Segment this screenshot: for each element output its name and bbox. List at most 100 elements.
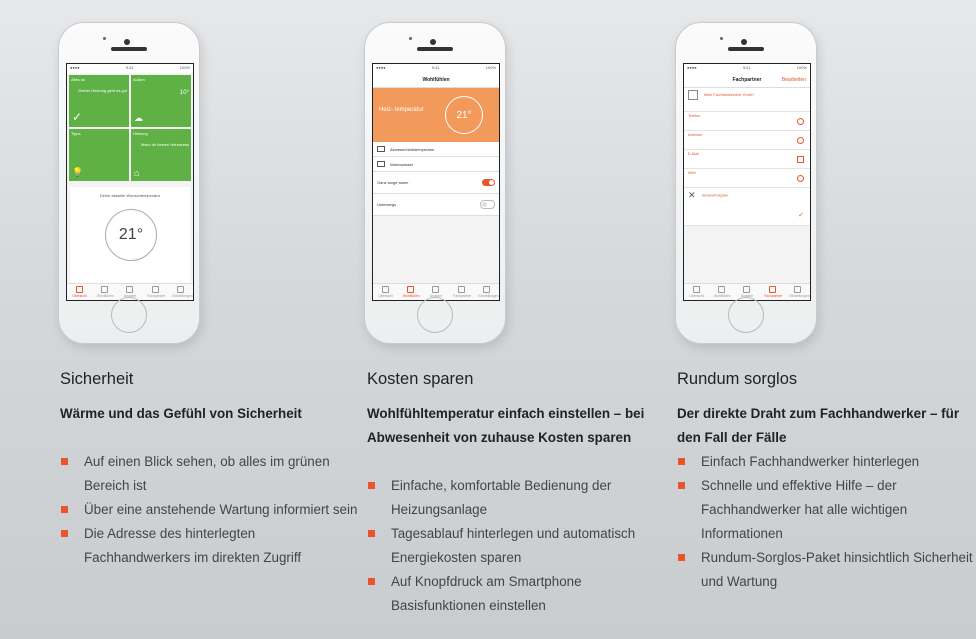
- thermometer-icon: [718, 286, 726, 293]
- location-pin-icon: [797, 137, 804, 144]
- screen-header: Fachpartner Bearbeiten: [684, 73, 810, 88]
- gear-icon: [482, 286, 490, 293]
- tab-settings[interactable]: Einstellungen: [172, 286, 193, 298]
- list-item: Die Adresse des hinterlegten Fachhandwer…: [60, 522, 360, 570]
- tile-tips[interactable]: Tipps 💡: [69, 129, 129, 181]
- sensor-dot: [720, 37, 723, 40]
- menu-icon: [377, 161, 385, 167]
- home-button[interactable]: [728, 297, 764, 333]
- list-item: Tagesablauf hinterlegen und automatisch …: [367, 522, 667, 570]
- phone-icon: [797, 118, 804, 125]
- tile-status[interactable]: Alles ok Deiner Heizung geht es gut ✓: [69, 75, 129, 127]
- list-item: Rundum-Sorglos-Paket hinsichtlich Sicher…: [677, 546, 976, 594]
- row-label: Unterwegs: [377, 202, 397, 207]
- tile-label: Außen: [133, 77, 145, 82]
- weather-icon: ☁: [134, 113, 143, 123]
- heating-temperature-panel[interactable]: Heiz- temperatur 21°: [373, 88, 499, 142]
- temperature-value: 21°: [456, 109, 472, 121]
- home-button[interactable]: [417, 297, 453, 333]
- check-icon: ✓: [798, 212, 804, 219]
- lightbulb-icon: 💡: [72, 167, 84, 177]
- company-row[interactable]: Mein Fachhandwerker GmbH: [684, 88, 810, 112]
- outside-temp: 10°: [179, 90, 189, 96]
- camera-icon: [430, 39, 436, 45]
- section-title: Sicherheit: [60, 370, 134, 388]
- overview-icon: [693, 286, 701, 293]
- briefcase-icon: [457, 286, 465, 293]
- row-label: Web: [688, 171, 696, 175]
- row-label: E-Mail: [688, 152, 699, 156]
- list-item: Auf Knopfdruck am Smartphone Basisfunkti…: [367, 570, 667, 618]
- tile-heating[interactable]: Heizung Mach dir keinen Heizstress ⌂: [131, 129, 191, 181]
- mail-icon: [797, 156, 804, 163]
- car-icon: [377, 146, 385, 152]
- row-long-warm[interactable]: Ganz lange warm: [373, 172, 499, 194]
- status-bar: ●●●● 9:41 100%: [684, 64, 810, 73]
- tools-icon: ✕: [688, 190, 696, 200]
- section-subtitle: Wohlfühltemperatur einfach einstellen – …: [367, 406, 645, 445]
- tab-partner[interactable]: Fachpartner: [764, 286, 782, 298]
- phone-screen: ●●●● 9:41 100% Fachpartner Bearbeiten Mein …: [683, 63, 811, 301]
- section-title: Rundum sorglos: [677, 370, 798, 388]
- row-absence[interactable]: Abwesenheitstemperatur: [373, 142, 499, 157]
- temperature-value: 21°: [118, 226, 144, 243]
- card-label: Deine aktuelle Wunschtemperatur: [99, 193, 161, 198]
- check-icon: ✓: [72, 110, 83, 124]
- phone-screen: ●●●● 9:41 100% Wohlfühlen Heiz- temperatur…: [372, 63, 500, 301]
- company-name: Mein Fachhandwerker GmbH: [704, 93, 754, 97]
- edit-button[interactable]: Bearbeiten: [782, 73, 806, 87]
- tile-outside[interactable]: Außen 10° ☁: [131, 75, 191, 127]
- temperature-dial[interactable]: 21°: [445, 96, 483, 134]
- address-row[interactable]: Adresse: [684, 131, 810, 150]
- web-row[interactable]: Web: [684, 169, 810, 188]
- tile-text: Mach dir keinen Heizstress: [140, 142, 189, 147]
- phone-icon: [432, 286, 440, 293]
- speaker-grille: [728, 47, 764, 51]
- status-tiles: Alles ok Deiner Heizung geht es gut ✓ Auße…: [67, 73, 193, 183]
- section-subtitle: Wärme und das Gefühl von Sicherheit: [60, 406, 302, 421]
- email-row[interactable]: E-Mail: [684, 150, 810, 169]
- speaker-grille: [417, 47, 453, 51]
- toggle-switch[interactable]: [480, 200, 495, 209]
- row-label: Ganz lange warm: [377, 180, 409, 185]
- tab-overview[interactable]: Übersicht: [72, 286, 88, 298]
- briefcase-icon: [151, 286, 159, 293]
- list-item: Über eine anstehende Wartung informiert …: [60, 498, 360, 522]
- camera-icon: [124, 39, 130, 45]
- tab-partner[interactable]: Fachpartner: [453, 286, 471, 298]
- tab-settings[interactable]: Einstellungen: [478, 286, 499, 298]
- phone-screen: ●●●● 9:41 100% Alles ok Deiner Heizung geht…: [66, 63, 194, 301]
- row-label: Adresse: [688, 133, 702, 137]
- tab-comfort[interactable]: Wohlfühlen: [403, 286, 420, 298]
- screen-header: Wohlfühlen: [373, 73, 499, 88]
- section-subtitle: Der direkte Draht zum Fachhandwerker – f…: [677, 406, 960, 445]
- temperature-dial[interactable]: 21°: [105, 209, 157, 261]
- list-item: Auf einen Blick sehen, ob alles im grüne…: [60, 450, 360, 498]
- tab-comfort[interactable]: Wohlfühlen: [97, 286, 114, 298]
- gear-icon: [793, 286, 801, 293]
- service-row[interactable]: ✕ Servicefreigabe ✓: [684, 188, 810, 226]
- row-water[interactable]: Warmwasser: [373, 157, 499, 172]
- tab-partner[interactable]: Fachpartner: [147, 286, 165, 298]
- list-item: Einfach Fachhandwerker hinterlegen: [677, 450, 976, 474]
- phone-icon: [743, 286, 751, 293]
- phone-row[interactable]: Telefon: [684, 112, 810, 131]
- home-button[interactable]: [111, 297, 147, 333]
- row-label: Servicefreigabe: [701, 193, 728, 198]
- feature-list: Auf einen Blick sehen, ob alles im grüne…: [60, 450, 360, 570]
- tab-comfort[interactable]: Wohlfühlen: [714, 286, 731, 298]
- sensor-dot: [103, 37, 106, 40]
- toggle-switch[interactable]: [482, 179, 495, 186]
- speaker-grille: [111, 47, 147, 51]
- tab-overview[interactable]: Übersicht: [378, 286, 394, 298]
- tab-overview[interactable]: Übersicht: [689, 286, 705, 298]
- briefcase-icon: [768, 286, 776, 293]
- building-icon: [688, 90, 698, 100]
- phone-mockup: ●●●● 9:41 100% Fachpartner Bearbeiten Mein …: [675, 22, 817, 344]
- phone-icon: [126, 286, 134, 293]
- row-on-the-go[interactable]: Unterwegs: [373, 194, 499, 216]
- status-bar: ●●●● 9:41 100%: [67, 64, 193, 73]
- tile-label: Tipps: [71, 131, 81, 136]
- tab-settings[interactable]: Einstellungen: [789, 286, 810, 298]
- house-icon: ⌂: [134, 168, 140, 178]
